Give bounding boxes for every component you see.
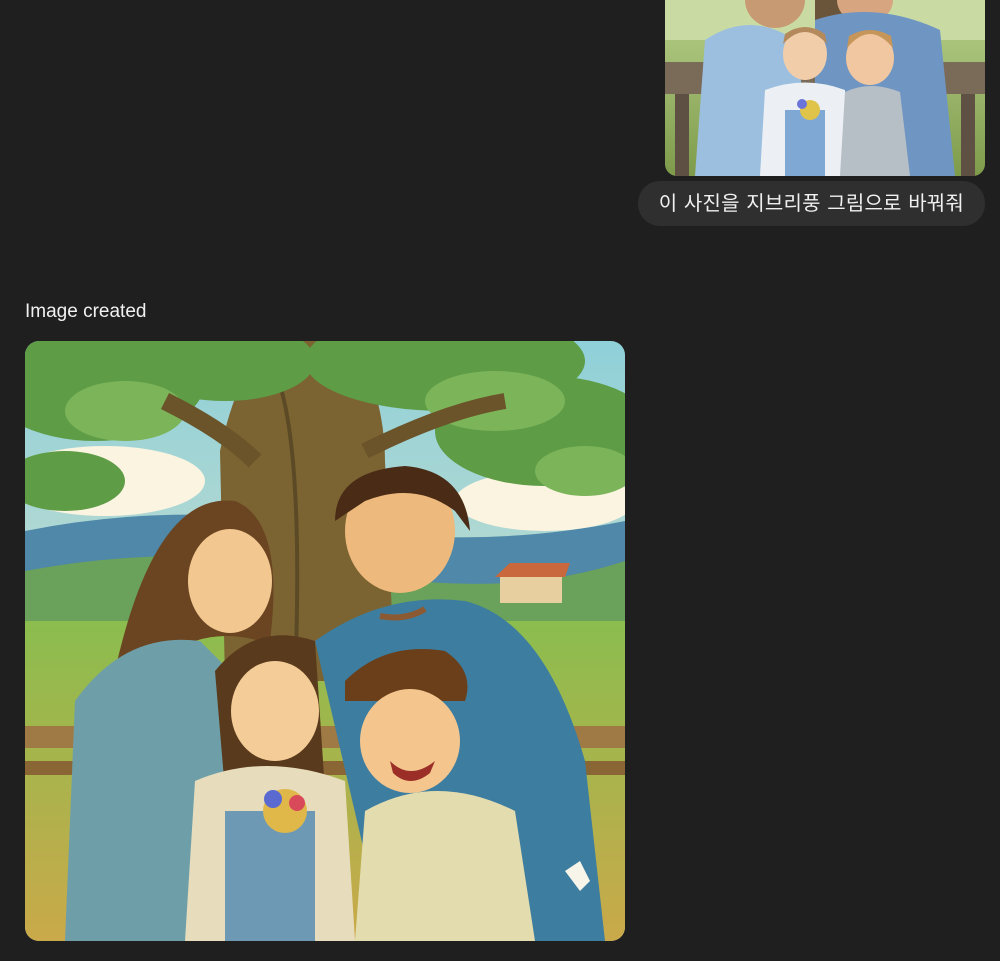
assistant-message: Image created (25, 300, 625, 941)
user-prompt-bubble: 이 사진을 지브리풍 그림으로 바꿔줘 (637, 181, 985, 226)
generated-image[interactable] (25, 341, 625, 941)
uploaded-photo[interactable] (665, 0, 985, 176)
generated-illustration-icon (25, 341, 625, 941)
photo-icon (665, 0, 985, 176)
image-created-label: Image created (25, 301, 147, 322)
